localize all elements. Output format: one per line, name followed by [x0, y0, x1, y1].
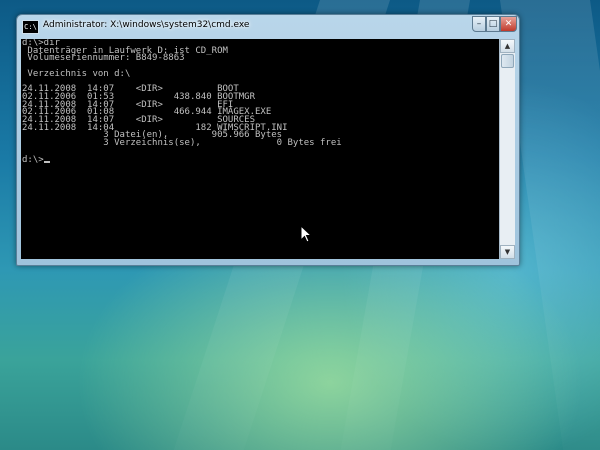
cmd-window[interactable]: C:\ Administrator: X:\windows\system32\c…: [16, 14, 520, 266]
window-title: Administrator: X:\windows\system32\cmd.e…: [43, 20, 250, 30]
cmd-icon[interactable]: C:\: [22, 20, 39, 34]
console-line: Verzeichnis von d:\: [22, 68, 131, 79]
console-line: Volumeseriennummer: B849-8863: [22, 53, 185, 64]
title-bar[interactable]: C:\ Administrator: X:\windows\system32\c…: [17, 15, 519, 39]
maximize-button[interactable]: □: [486, 16, 500, 32]
scroll-thumb[interactable]: [501, 54, 514, 68]
console-text: d:\>dir Datenträger in Laufwerk D: ist C…: [21, 39, 499, 156]
minimize-button[interactable]: –: [472, 16, 486, 32]
console-line: 3 Verzeichnis(se), 0 Bytes frei: [22, 138, 342, 149]
text-cursor: [43, 160, 50, 163]
mouse-pointer-icon: [300, 225, 312, 243]
console-output[interactable]: d:\>dir Datenträger in Laufwerk D: ist C…: [21, 39, 499, 259]
close-button[interactable]: ✕: [500, 16, 517, 32]
command-prompt: d:\>: [22, 154, 44, 165]
vertical-scrollbar[interactable]: ▲ ▼: [499, 39, 515, 259]
scroll-down-button[interactable]: ▼: [500, 245, 515, 259]
scroll-up-button[interactable]: ▲: [500, 39, 515, 53]
